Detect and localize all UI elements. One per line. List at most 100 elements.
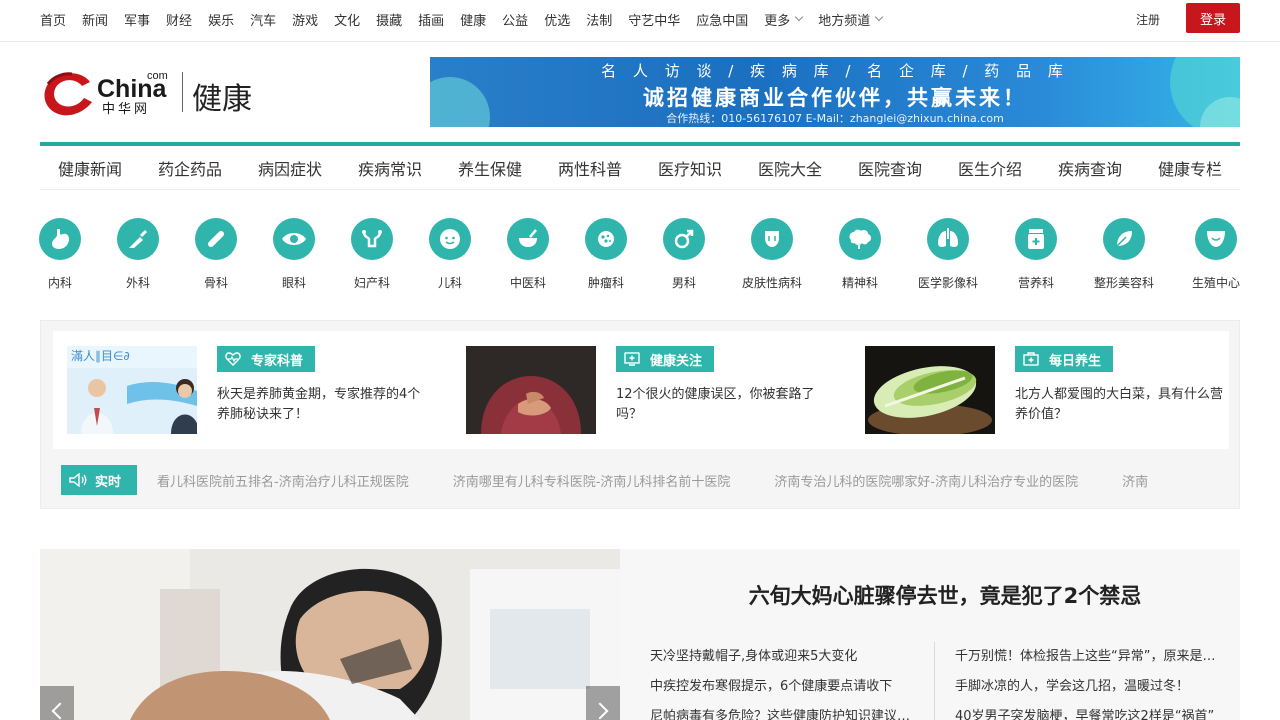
feature-thumbnail[interactable]: [865, 346, 995, 434]
dept-pediatrics[interactable]: 儿科: [410, 218, 490, 291]
news-item[interactable]: 天冷坚持戴帽子,身体或迎来5大变化: [650, 642, 918, 672]
dept-tcm[interactable]: 中医科: [488, 218, 568, 291]
topnav-link-finance[interactable]: 财经: [166, 10, 192, 29]
channel-title: 健康: [192, 82, 252, 117]
topnav-link-charity[interactable]: 公益: [502, 10, 528, 29]
channel-tab-disease-knowledge[interactable]: 疾病常识: [340, 146, 440, 189]
column-divider: [934, 642, 935, 720]
dept-andrology[interactable]: 男科: [644, 218, 724, 291]
topnav-link-select[interactable]: 优选: [544, 10, 570, 29]
topnav-local-menu[interactable]: 地方频道: [818, 10, 884, 29]
channel-tab-hospital-search[interactable]: 医院查询: [840, 146, 940, 189]
dept-dermatology[interactable]: 皮肤性病科: [732, 218, 812, 291]
login-button[interactable]: 登录: [1186, 3, 1240, 33]
feature-tag[interactable]: 健康关注: [616, 346, 715, 372]
channel-tab-medical-knowledge[interactable]: 医疗知识: [640, 146, 740, 189]
dept-internal-medicine[interactable]: 内科: [20, 218, 100, 291]
dept-oncology[interactable]: 肿瘤科: [566, 218, 646, 291]
dept-label: 生殖中心: [1191, 276, 1240, 290]
register-link[interactable]: 注册: [1136, 11, 1160, 28]
dept-plastic-surgery[interactable]: 整形美容科: [1084, 218, 1164, 291]
dept-surgery[interactable]: 外科: [98, 218, 178, 291]
topnav-link-auto[interactable]: 汽车: [250, 10, 276, 29]
banner-line-2: 诚招健康商业合作伙伴，共赢未来！: [643, 85, 1027, 110]
ticker-item[interactable]: 济南专治儿科的医院哪家好-济南儿科治疗专业的医院: [774, 475, 1078, 490]
banner-line-3: 合作热线：010-56176107 E-Mail：zhanglei@zhixun…: [666, 112, 1004, 125]
channel-tab-news[interactable]: 健康新闻: [40, 146, 140, 189]
dept-nutrition[interactable]: 营养科: [996, 218, 1076, 291]
channel-tab-doctors[interactable]: 医生介绍: [940, 146, 1040, 189]
feature-card-expert[interactable]: 滿人∥目∈∂ 专家科普 秋天是养肺黄金期，专家推荐的4个养肺秘诀来了！: [67, 346, 447, 434]
carousel-prev-button[interactable]: [40, 686, 74, 720]
feature-title[interactable]: 秋天是养肺黄金期，专家推荐的4个养肺秘诀来了！: [217, 385, 427, 425]
topnav-local-label: 地方频道: [818, 13, 871, 29]
heartbeat-icon: [225, 352, 241, 366]
topnav-link-games[interactable]: 游戏: [292, 10, 318, 29]
svg-text:滿人∥目∈∂: 滿人∥目∈∂: [71, 349, 130, 363]
news-item[interactable]: 40岁男子突发脑梗，早餐常吃这2样是“祸首”: [955, 702, 1223, 720]
feature-thumbnail[interactable]: 滿人∥目∈∂: [67, 346, 197, 434]
feature-card-focus[interactable]: 健康关注 12个很火的健康误区，你被套路了吗？: [466, 346, 846, 434]
topnav-link-news[interactable]: 新闻: [82, 10, 108, 29]
stomach-icon: [39, 218, 81, 260]
dept-orthopedics[interactable]: 骨科: [176, 218, 256, 291]
topnav-more-label: 更多: [764, 13, 791, 29]
lungs-icon: [927, 218, 969, 260]
feature-thumbnail[interactable]: [466, 346, 596, 434]
site-logo[interactable]: China com 中华网: [40, 66, 180, 118]
scalpel-icon: [117, 218, 159, 260]
channel-tab-disease-search[interactable]: 疾病查询: [1040, 146, 1140, 189]
dept-psychiatry[interactable]: 精神科: [820, 218, 900, 291]
dept-label: 眼科: [281, 276, 306, 290]
channel-tab-hospitals[interactable]: 医院大全: [740, 146, 840, 189]
chevron-down-icon: [875, 12, 884, 22]
ticker-item[interactable]: 济南哪里有儿科专科医院-济南儿科排名前十医院: [453, 475, 731, 490]
news-item[interactable]: 手脚冰凉的人，学会这几招，温暖过冬！: [955, 672, 1223, 702]
headline-title[interactable]: 六旬大妈心脏骤停去世，竟是犯了2个禁忌: [620, 580, 1270, 610]
channel-tab-wellness[interactable]: 养生保健: [440, 146, 540, 189]
topnav-link-heritage[interactable]: 守艺中华: [628, 10, 680, 29]
topnav-link-culture[interactable]: 文化: [334, 10, 360, 29]
topnav-link-illustration[interactable]: 插画: [418, 10, 444, 29]
carousel-next-button[interactable]: [586, 686, 620, 720]
topnav-link-home[interactable]: 首页: [40, 10, 66, 29]
topnav-link-entertainment[interactable]: 娱乐: [208, 10, 234, 29]
topnav-link-law[interactable]: 法制: [586, 10, 612, 29]
feature-tag[interactable]: 每日养生: [1015, 346, 1114, 372]
ticker-item[interactable]: 看儿科医院前五排名-济南治疗儿科正规医院: [157, 475, 409, 490]
hero-image[interactable]: [40, 549, 620, 720]
channel-nav: 健康新闻 药企药品 病因症状 疾病常识 养生保健 两性科普 医疗知识 医院大全 …: [40, 146, 1240, 190]
monitor-plus-icon: [624, 352, 640, 366]
dept-label: 精神科: [841, 276, 878, 290]
dept-obstetrics[interactable]: 妇产科: [332, 218, 412, 291]
news-item[interactable]: 中疾控发布寒假提示，6个健康要点请收下: [650, 672, 918, 702]
topnav-link-collection[interactable]: 摄藏: [376, 10, 402, 29]
channel-tab-sex-ed[interactable]: 两性科普: [540, 146, 640, 189]
headline-news-panel: 六旬大妈心脏骤停去世，竟是犯了2个禁忌 天冷坚持戴帽子,身体或迎来5大变化 中疾…: [620, 549, 1240, 720]
mortar-icon: [507, 218, 549, 260]
top-nav: 首页 新闻 军事 财经 娱乐 汽车 游戏 文化 摄藏 插画 健康 公益 优选 法…: [40, 0, 898, 38]
tumor-icon: [585, 218, 627, 260]
feature-tag-label: 每日养生: [1049, 353, 1102, 369]
dept-ophthalmology[interactable]: 眼科: [254, 218, 334, 291]
channel-tab-symptoms[interactable]: 病因症状: [240, 146, 340, 189]
news-item[interactable]: 尼帕病毒有多危险？这些健康防护知识建议收藏: [650, 702, 918, 720]
topnav-link-health[interactable]: 健康: [460, 10, 486, 29]
ad-banner[interactable]: 名 人 访 谈 / 疾 病 库 / 名 企 库 / 药 品 库 诚招健康商业合作…: [430, 57, 1240, 127]
feature-card-daily[interactable]: 每日养生 北方人都爱囤的大白菜，具有什么营养价值？: [865, 346, 1245, 434]
channel-tab-pharma[interactable]: 药企药品: [140, 146, 240, 189]
dept-radiology[interactable]: 医学影像科: [908, 218, 988, 291]
channel-tab-columns[interactable]: 健康专栏: [1140, 146, 1240, 189]
dept-label: 医学影像科: [917, 276, 978, 290]
ticker-item[interactable]: 济南: [1122, 475, 1148, 490]
hero-carousel[interactable]: [40, 549, 620, 720]
dept-reproductive[interactable]: 生殖中心: [1176, 218, 1256, 291]
feature-title[interactable]: 北方人都爱囤的大白菜，具有什么营养价值？: [1015, 385, 1225, 425]
logo-com: com: [147, 70, 168, 82]
news-item[interactable]: 千万别慌！体检报告上这些“异常”，原来是正常的: [955, 642, 1223, 672]
feature-title[interactable]: 12个很火的健康误区，你被套路了吗？: [616, 385, 826, 425]
topnav-link-emergency[interactable]: 应急中国: [696, 10, 748, 29]
feature-tag[interactable]: 专家科普: [217, 346, 316, 372]
topnav-more-menu[interactable]: 更多: [764, 10, 804, 29]
topnav-link-military[interactable]: 军事: [124, 10, 150, 29]
